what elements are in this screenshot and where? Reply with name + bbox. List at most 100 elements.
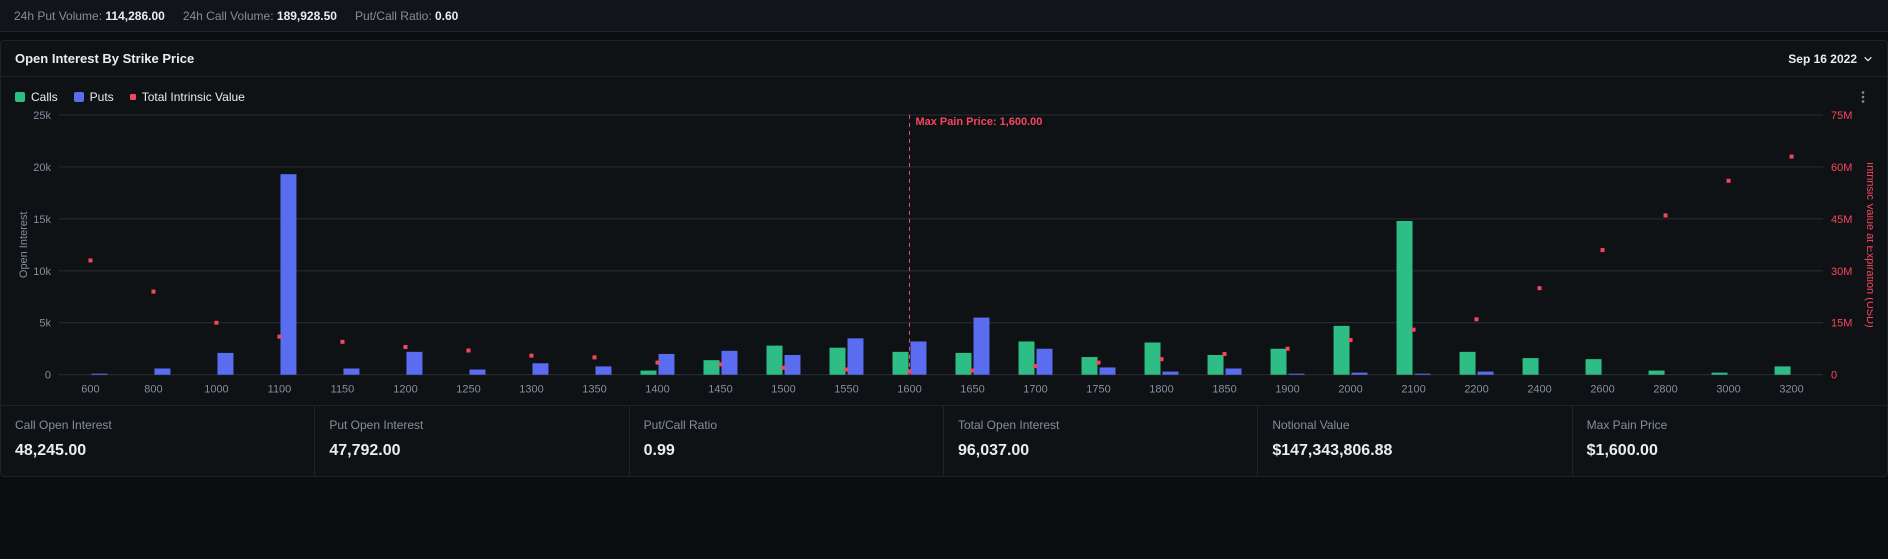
intrinsic-point[interactable]	[1223, 352, 1227, 356]
legend-intrinsic[interactable]: Total Intrinsic Value	[130, 90, 245, 104]
bar-put[interactable]	[1415, 374, 1431, 375]
open-interest-chart[interactable]: 05k10k15k20k25k015M30M45M60M75MOpen Inte…	[15, 109, 1873, 399]
bar-call[interactable]	[1586, 359, 1602, 375]
put-volume-value: 114,286.00	[105, 9, 164, 23]
top-stats-bar: 24h Put Volume: 114,286.00 24h Call Volu…	[0, 0, 1888, 32]
bar-call[interactable]	[1145, 343, 1161, 375]
bar-call[interactable]	[641, 371, 657, 375]
bar-put[interactable]	[1037, 349, 1053, 375]
bar-put[interactable]	[217, 353, 233, 375]
bar-put[interactable]	[469, 370, 485, 375]
bar-put[interactable]	[1352, 373, 1368, 375]
intrinsic-point[interactable]	[1790, 155, 1794, 159]
bar-call[interactable]	[1334, 326, 1350, 375]
bar-put[interactable]	[911, 341, 927, 374]
bar-call[interactable]	[1208, 355, 1224, 375]
intrinsic-point[interactable]	[718, 362, 722, 366]
bar-put[interactable]	[595, 366, 611, 374]
bar-put[interactable]	[1100, 367, 1116, 374]
bar-call[interactable]	[1649, 371, 1665, 375]
bar-call[interactable]	[1271, 349, 1287, 375]
bar-put[interactable]	[406, 352, 422, 375]
svg-text:45M: 45M	[1831, 214, 1852, 226]
bar-call[interactable]	[1460, 352, 1476, 375]
bar-put[interactable]	[847, 338, 863, 374]
svg-text:2200: 2200	[1464, 384, 1488, 396]
intrinsic-point[interactable]	[971, 369, 975, 373]
max-pain-label: Max Pain Price: 1,600.00	[915, 116, 1042, 128]
intrinsic-point[interactable]	[466, 348, 470, 352]
bar-put[interactable]	[280, 174, 296, 375]
intrinsic-point[interactable]	[1286, 347, 1290, 351]
bar-put[interactable]	[91, 374, 107, 375]
bar-put[interactable]	[1163, 372, 1179, 375]
intrinsic-point[interactable]	[88, 258, 92, 262]
legend-calls[interactable]: Calls	[15, 90, 58, 104]
intrinsic-point[interactable]	[781, 366, 785, 370]
put-call-ratio-value: 0.60	[435, 9, 458, 23]
chart-legend: Calls Puts Total Intrinsic Value	[15, 90, 245, 104]
bar-put[interactable]	[1226, 368, 1242, 374]
intrinsic-point[interactable]	[655, 361, 659, 365]
bar-call[interactable]	[1397, 221, 1413, 375]
bar-call[interactable]	[704, 360, 720, 375]
chart-toolbar: Calls Puts Total Intrinsic Value	[1, 77, 1887, 109]
intrinsic-point[interactable]	[1160, 357, 1164, 361]
svg-text:0: 0	[45, 370, 51, 382]
bar-put[interactable]	[343, 368, 359, 374]
bar-put[interactable]	[658, 354, 674, 375]
bar-call[interactable]	[893, 352, 909, 375]
chart-menu-button[interactable]	[1853, 87, 1873, 107]
intrinsic-point[interactable]	[1097, 361, 1101, 365]
svg-text:1000: 1000	[204, 384, 228, 396]
bar-call[interactable]	[956, 353, 972, 375]
tile-value: 96,037.00	[958, 442, 1243, 460]
intrinsic-point[interactable]	[1475, 317, 1479, 321]
bar-call[interactable]	[1775, 366, 1791, 374]
svg-text:1300: 1300	[519, 384, 543, 396]
bar-call[interactable]	[1082, 357, 1098, 375]
intrinsic-point[interactable]	[1412, 328, 1416, 332]
kebab-menu-icon	[1856, 90, 1870, 104]
svg-text:10k: 10k	[33, 266, 51, 278]
bar-put[interactable]	[784, 355, 800, 375]
intrinsic-point[interactable]	[277, 335, 281, 339]
card-header: Open Interest By Strike Price Sep 16 202…	[1, 41, 1887, 77]
open-interest-card: Open Interest By Strike Price Sep 16 202…	[0, 40, 1888, 477]
intrinsic-point[interactable]	[214, 321, 218, 325]
bar-call[interactable]	[767, 346, 783, 375]
intrinsic-point[interactable]	[151, 290, 155, 294]
bar-put[interactable]	[1478, 372, 1494, 375]
legend-puts[interactable]: Puts	[74, 90, 114, 104]
intrinsic-point[interactable]	[845, 368, 849, 372]
intrinsic-point[interactable]	[1664, 213, 1668, 217]
svg-text:Open Interest: Open Interest	[18, 212, 30, 278]
bar-call[interactable]	[1712, 373, 1728, 375]
intrinsic-point[interactable]	[403, 345, 407, 349]
bar-put[interactable]	[721, 351, 737, 375]
intrinsic-point[interactable]	[1538, 286, 1542, 290]
put-call-ratio-stat: Put/Call Ratio: 0.60	[355, 9, 458, 23]
intrinsic-point[interactable]	[1601, 248, 1605, 252]
bar-call[interactable]	[1019, 341, 1035, 374]
svg-text:1150: 1150	[331, 384, 355, 396]
intrinsic-point[interactable]	[592, 355, 596, 359]
bar-put[interactable]	[1289, 374, 1305, 375]
intrinsic-point[interactable]	[1034, 364, 1038, 368]
tile-max-pain: Max Pain Price $1,600.00	[1573, 406, 1887, 476]
intrinsic-point[interactable]	[1349, 338, 1353, 342]
svg-text:3200: 3200	[1779, 384, 1803, 396]
tile-pc-ratio: Put/Call Ratio 0.99	[630, 406, 944, 476]
bar-put[interactable]	[974, 318, 990, 375]
svg-text:1100: 1100	[268, 384, 292, 396]
intrinsic-point[interactable]	[529, 354, 533, 358]
bar-call[interactable]	[830, 348, 846, 375]
expiry-date-dropdown[interactable]: Sep 16 2022	[1788, 52, 1873, 66]
intrinsic-point[interactable]	[1727, 179, 1731, 183]
bar-call[interactable]	[1523, 358, 1539, 375]
svg-text:15M: 15M	[1831, 318, 1852, 330]
bar-put[interactable]	[532, 363, 548, 374]
bar-put[interactable]	[154, 368, 170, 374]
intrinsic-point[interactable]	[340, 340, 344, 344]
legend-calls-label: Calls	[31, 90, 58, 104]
